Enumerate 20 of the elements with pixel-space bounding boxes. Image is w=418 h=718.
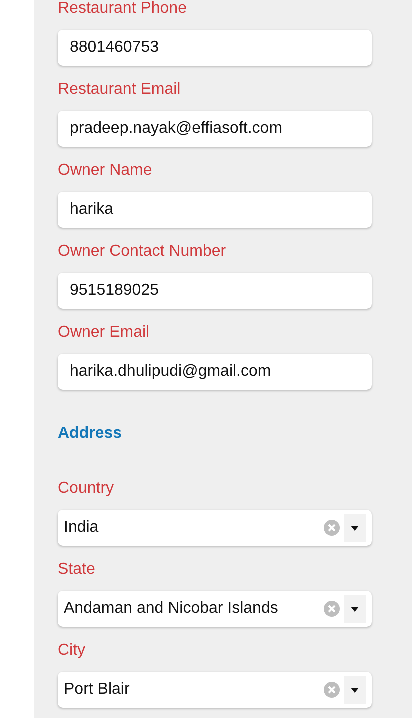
text-input[interactable]: pradeep.nayak@effiasoft.com [58,111,372,147]
dropdown-button[interactable] [344,676,366,704]
caret-icon [351,526,359,530]
text-input[interactable]: 9515189025 [58,273,372,309]
caret-icon [351,606,359,612]
text-input[interactable]: harika.dhulipudi@gmail.com [58,354,372,390]
field-label: Restaurant Email [58,80,182,100]
caret-icon [351,688,359,692]
text-input[interactable]: 8801460753 [58,30,372,66]
dropdown-button[interactable] [344,595,366,623]
dropdown-button[interactable] [344,514,366,542]
field-label: Restaurant Phone [58,0,188,19]
field-label: Owner Contact Number [58,242,228,262]
field-label: City [58,641,87,661]
field-label: Owner Email [58,323,151,343]
field-label: Owner Name [58,161,154,181]
text-input[interactable]: harika [58,192,372,228]
field-label: Country [58,479,116,499]
field-label: State [58,560,96,580]
section-heading: Address [58,424,124,444]
